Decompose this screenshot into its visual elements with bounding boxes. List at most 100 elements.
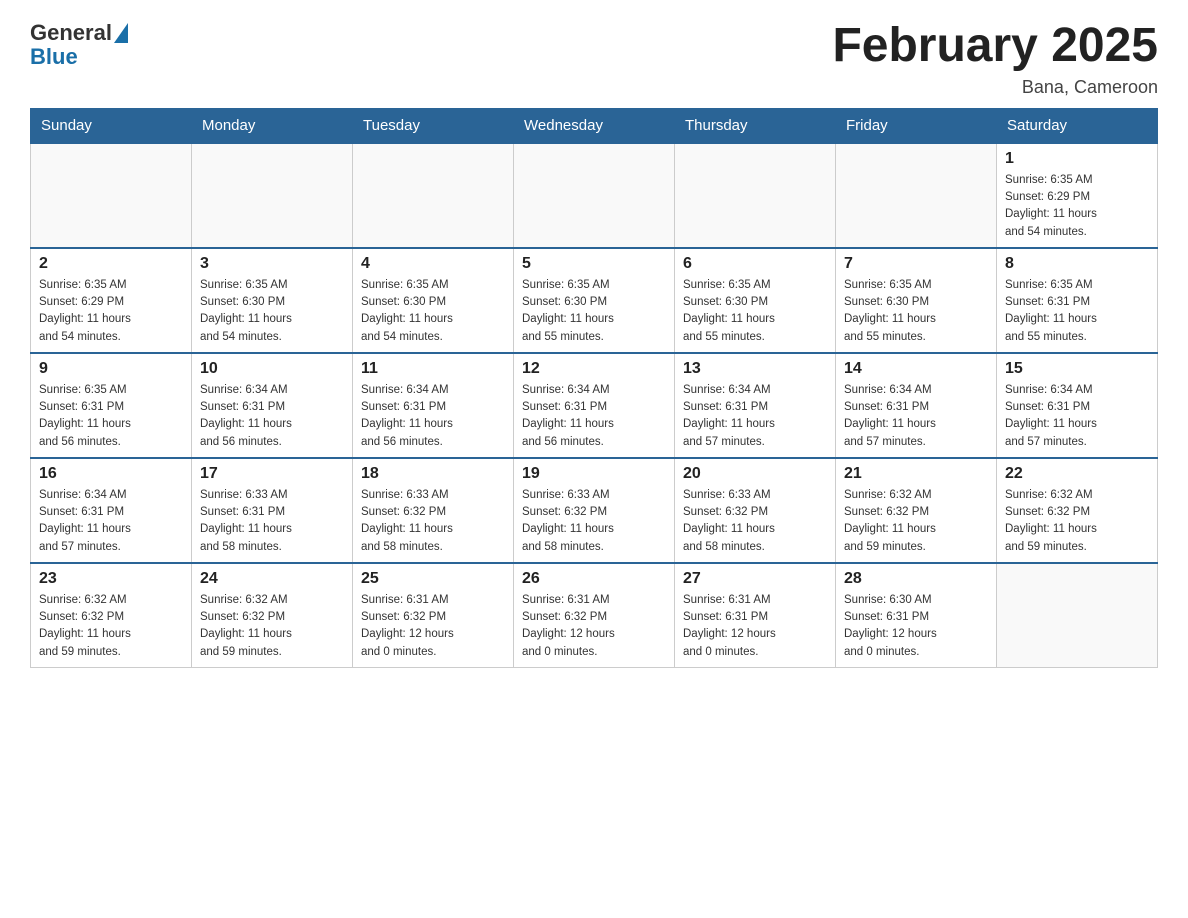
day-info: Sunrise: 6:34 AMSunset: 6:31 PMDaylight:… [361, 382, 505, 451]
day-number: 4 [361, 255, 505, 273]
day-info: Sunrise: 6:30 AMSunset: 6:31 PMDaylight:… [844, 592, 988, 661]
day-info: Sunrise: 6:34 AMSunset: 6:31 PMDaylight:… [522, 382, 666, 451]
calendar-cell: 18 Sunrise: 6:33 AMSunset: 6:32 PMDayligh… [353, 458, 514, 563]
day-number: 18 [361, 465, 505, 483]
day-number: 12 [522, 360, 666, 378]
logo-blue-text: Blue [30, 44, 78, 70]
calendar-weekday-friday: Friday [836, 108, 997, 143]
day-number: 16 [39, 465, 183, 483]
day-info: Sunrise: 6:33 AMSunset: 6:32 PMDaylight:… [361, 487, 505, 556]
day-number: 5 [522, 255, 666, 273]
calendar-cell: 28 Sunrise: 6:30 AMSunset: 6:31 PMDayligh… [836, 563, 997, 668]
day-number: 19 [522, 465, 666, 483]
day-number: 9 [39, 360, 183, 378]
calendar-cell: 8 Sunrise: 6:35 AMSunset: 6:31 PMDaylight… [997, 248, 1158, 353]
day-info: Sunrise: 6:35 AMSunset: 6:30 PMDaylight:… [683, 277, 827, 346]
calendar-weekday-tuesday: Tuesday [353, 108, 514, 143]
calendar-cell [514, 143, 675, 248]
calendar-header-row: SundayMondayTuesdayWednesdayThursdayFrid… [31, 108, 1158, 143]
day-info: Sunrise: 6:35 AMSunset: 6:30 PMDaylight:… [522, 277, 666, 346]
calendar-cell [353, 143, 514, 248]
day-number: 20 [683, 465, 827, 483]
day-number: 25 [361, 570, 505, 588]
day-info: Sunrise: 6:35 AMSunset: 6:29 PMDaylight:… [39, 277, 183, 346]
day-number: 23 [39, 570, 183, 588]
calendar-cell: 20 Sunrise: 6:33 AMSunset: 6:32 PMDayligh… [675, 458, 836, 563]
calendar-cell: 14Sunrise: 6:34 AMSunset: 6:31 PMDayligh… [836, 353, 997, 458]
day-number: 2 [39, 255, 183, 273]
day-info: Sunrise: 6:35 AMSunset: 6:29 PMDaylight:… [1005, 172, 1149, 241]
day-number: 15 [1005, 360, 1149, 378]
calendar-cell: 22 Sunrise: 6:32 AMSunset: 6:32 PMDayligh… [997, 458, 1158, 563]
calendar-weekday-wednesday: Wednesday [514, 108, 675, 143]
day-info: Sunrise: 6:34 AMSunset: 6:31 PMDaylight:… [1005, 382, 1149, 451]
day-number: 8 [1005, 255, 1149, 273]
calendar-weekday-saturday: Saturday [997, 108, 1158, 143]
calendar-cell [997, 563, 1158, 668]
logo-general-text: General [30, 20, 112, 46]
day-number: 3 [200, 255, 344, 273]
day-number: 24 [200, 570, 344, 588]
day-info: Sunrise: 6:35 AMSunset: 6:30 PMDaylight:… [361, 277, 505, 346]
day-number: 27 [683, 570, 827, 588]
day-info: Sunrise: 6:31 AMSunset: 6:32 PMDaylight:… [361, 592, 505, 661]
day-info: Sunrise: 6:35 AMSunset: 6:30 PMDaylight:… [200, 277, 344, 346]
day-number: 21 [844, 465, 988, 483]
calendar-cell: 23 Sunrise: 6:32 AMSunset: 6:32 PMDayligh… [31, 563, 192, 668]
day-number: 1 [1005, 150, 1149, 168]
day-number: 22 [1005, 465, 1149, 483]
day-info: Sunrise: 6:35 AMSunset: 6:30 PMDaylight:… [844, 277, 988, 346]
logo-triangle-icon [114, 23, 128, 43]
calendar-cell: 10 Sunrise: 6:34 AMSunset: 6:31 PMDayligh… [192, 353, 353, 458]
day-number: 17 [200, 465, 344, 483]
title-block: February 2025 Bana, Cameroon [832, 20, 1158, 98]
day-info: Sunrise: 6:33 AMSunset: 6:32 PMDaylight:… [683, 487, 827, 556]
day-info: Sunrise: 6:32 AMSunset: 6:32 PMDaylight:… [39, 592, 183, 661]
calendar-weekday-sunday: Sunday [31, 108, 192, 143]
calendar-cell: 9 Sunrise: 6:35 AMSunset: 6:31 PMDaylight… [31, 353, 192, 458]
calendar-table: SundayMondayTuesdayWednesdayThursdayFrid… [30, 108, 1158, 668]
day-number: 28 [844, 570, 988, 588]
day-info: Sunrise: 6:32 AMSunset: 6:32 PMDaylight:… [1005, 487, 1149, 556]
calendar-cell: 12 Sunrise: 6:34 AMSunset: 6:31 PMDayligh… [514, 353, 675, 458]
day-info: Sunrise: 6:35 AMSunset: 6:31 PMDaylight:… [39, 382, 183, 451]
calendar-cell: 7Sunrise: 6:35 AMSunset: 6:30 PMDaylight… [836, 248, 997, 353]
day-number: 6 [683, 255, 827, 273]
calendar-cell: 4 Sunrise: 6:35 AMSunset: 6:30 PMDaylight… [353, 248, 514, 353]
day-info: Sunrise: 6:34 AMSunset: 6:31 PMDaylight:… [683, 382, 827, 451]
calendar-week-2: 2 Sunrise: 6:35 AMSunset: 6:29 PMDaylight… [31, 248, 1158, 353]
calendar-cell: 6 Sunrise: 6:35 AMSunset: 6:30 PMDaylight… [675, 248, 836, 353]
day-info: Sunrise: 6:35 AMSunset: 6:31 PMDaylight:… [1005, 277, 1149, 346]
day-info: Sunrise: 6:33 AMSunset: 6:32 PMDaylight:… [522, 487, 666, 556]
calendar-cell: 13Sunrise: 6:34 AMSunset: 6:31 PMDayligh… [675, 353, 836, 458]
calendar-cell: 1 Sunrise: 6:35 AMSunset: 6:29 PMDaylight… [997, 143, 1158, 248]
day-number: 10 [200, 360, 344, 378]
calendar-cell [192, 143, 353, 248]
calendar-cell: 24Sunrise: 6:32 AMSunset: 6:32 PMDayligh… [192, 563, 353, 668]
day-info: Sunrise: 6:31 AMSunset: 6:32 PMDaylight:… [522, 592, 666, 661]
calendar-weekday-monday: Monday [192, 108, 353, 143]
calendar-weekday-thursday: Thursday [675, 108, 836, 143]
day-number: 26 [522, 570, 666, 588]
calendar-cell: 19 Sunrise: 6:33 AMSunset: 6:32 PMDayligh… [514, 458, 675, 563]
calendar-cell [675, 143, 836, 248]
calendar-cell: 17Sunrise: 6:33 AMSunset: 6:31 PMDayligh… [192, 458, 353, 563]
calendar-cell: 2 Sunrise: 6:35 AMSunset: 6:29 PMDaylight… [31, 248, 192, 353]
day-info: Sunrise: 6:34 AMSunset: 6:31 PMDaylight:… [39, 487, 183, 556]
logo: General Blue [30, 20, 130, 70]
calendar-cell: 16 Sunrise: 6:34 AMSunset: 6:31 PMDayligh… [31, 458, 192, 563]
day-info: Sunrise: 6:34 AMSunset: 6:31 PMDaylight:… [200, 382, 344, 451]
calendar-cell: 25 Sunrise: 6:31 AMSunset: 6:32 PMDayligh… [353, 563, 514, 668]
calendar-cell: 26 Sunrise: 6:31 AMSunset: 6:32 PMDayligh… [514, 563, 675, 668]
day-info: Sunrise: 6:31 AMSunset: 6:31 PMDaylight:… [683, 592, 827, 661]
day-info: Sunrise: 6:32 AMSunset: 6:32 PMDaylight:… [844, 487, 988, 556]
calendar-cell: 11 Sunrise: 6:34 AMSunset: 6:31 PMDayligh… [353, 353, 514, 458]
page-header: General Blue February 2025 Bana, Cameroo… [30, 20, 1158, 98]
day-number: 11 [361, 360, 505, 378]
calendar-cell [31, 143, 192, 248]
page-subtitle: Bana, Cameroon [832, 77, 1158, 98]
calendar-cell: 27 Sunrise: 6:31 AMSunset: 6:31 PMDayligh… [675, 563, 836, 668]
day-info: Sunrise: 6:34 AMSunset: 6:31 PMDaylight:… [844, 382, 988, 451]
calendar-week-5: 23 Sunrise: 6:32 AMSunset: 6:32 PMDayligh… [31, 563, 1158, 668]
calendar-cell [836, 143, 997, 248]
